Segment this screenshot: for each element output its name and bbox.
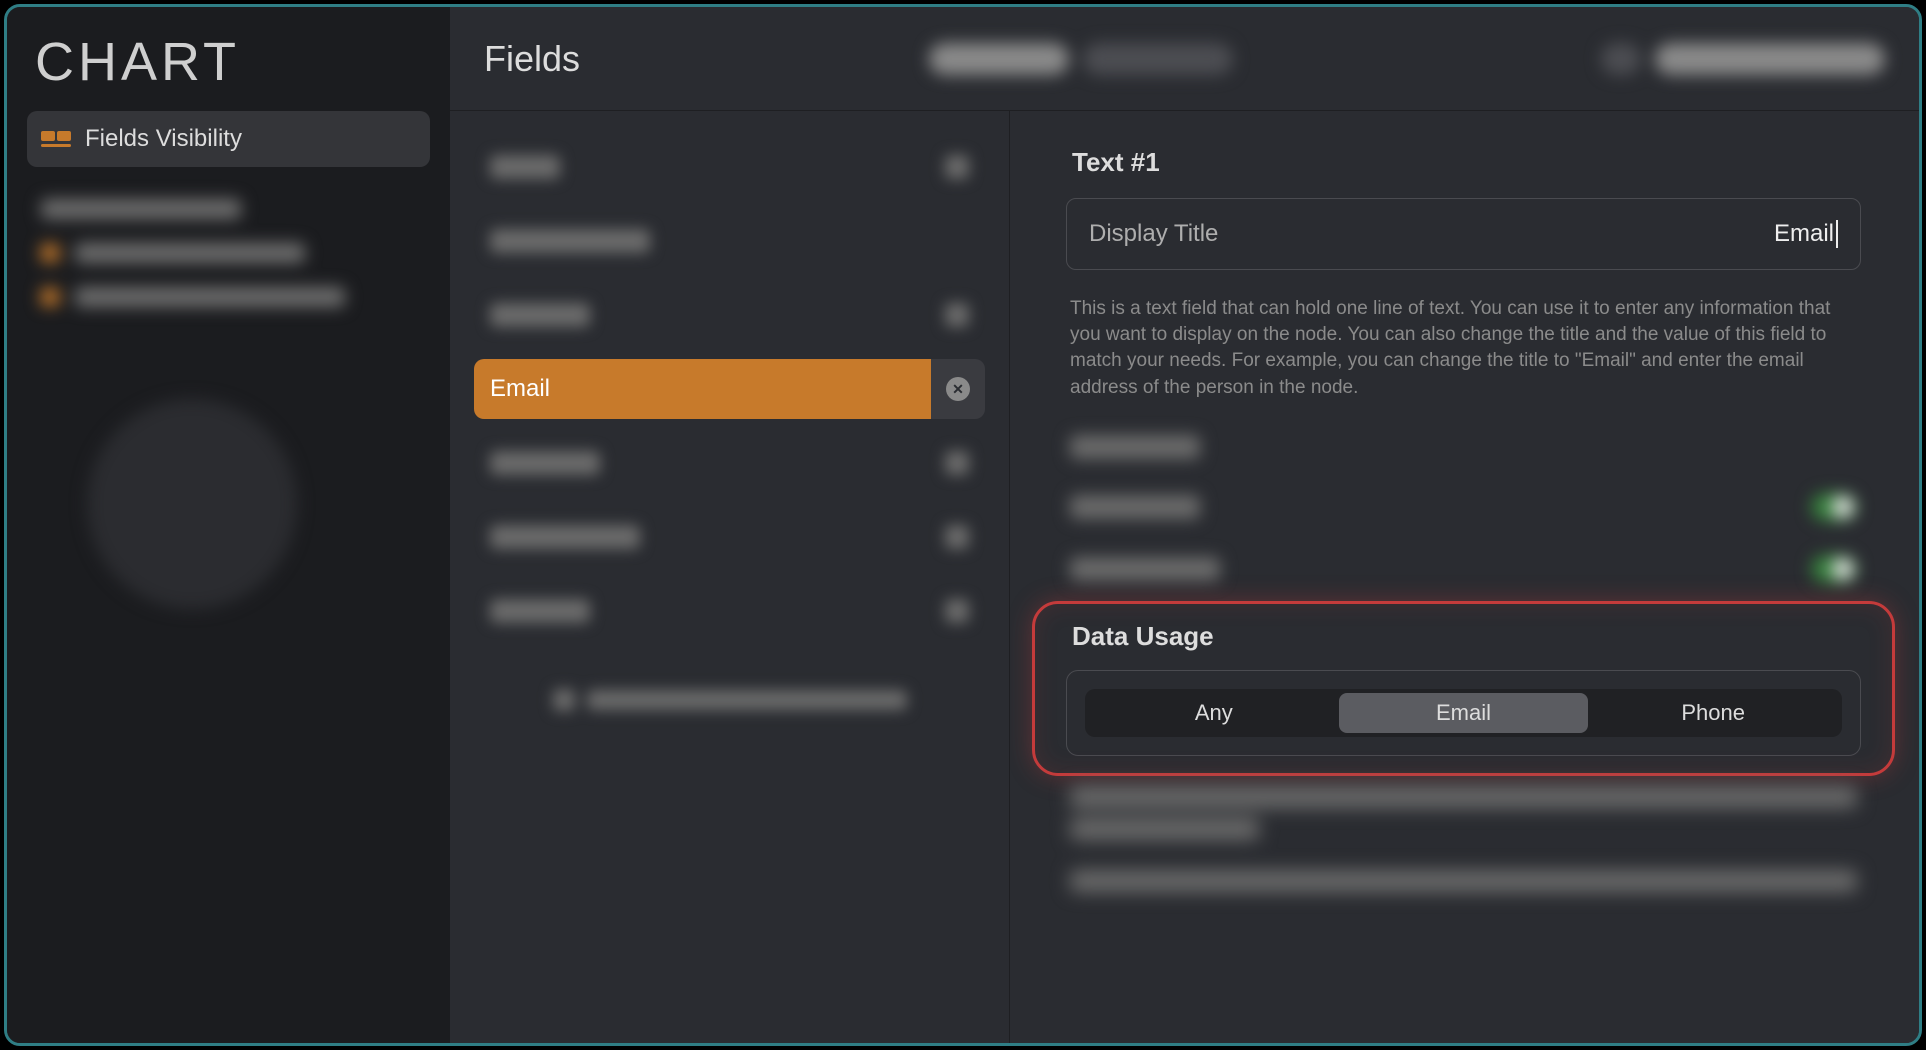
field-row-blurred <box>474 581 985 641</box>
field-row-remove-button[interactable]: ✕ <box>931 359 985 419</box>
content: Email ✕ <box>450 111 1919 1043</box>
sidebar-item-fields-visibility[interactable]: Fields Visibility <box>27 111 430 167</box>
segment-phone[interactable]: Phone <box>1588 693 1838 733</box>
display-title-input[interactable] <box>1638 220 1838 248</box>
segment-any[interactable]: Any <box>1089 693 1339 733</box>
field-row-blurred <box>474 211 985 271</box>
topbar-blurred-controls <box>929 43 1885 75</box>
page-title: Fields <box>484 38 580 80</box>
field-description: This is a text field that can hold one l… <box>1070 296 1855 401</box>
field-list: Email ✕ <box>450 111 1010 1043</box>
field-row-label: Email <box>490 375 550 403</box>
detail-panel: Text #1 Display Title This is a text fie… <box>1010 111 1919 1043</box>
app-title: CHART <box>27 27 430 111</box>
segmented-control[interactable]: Any Email Phone <box>1085 689 1842 737</box>
detail-blurred-settings <box>1066 435 1861 583</box>
detail-trailing-blurred <box>1066 786 1861 892</box>
sidebar-item-label: Fields Visibility <box>85 125 242 153</box>
display-title-field[interactable]: Display Title <box>1066 198 1861 270</box>
data-usage-control: Any Email Phone <box>1066 670 1861 756</box>
field-list-footer-blurred <box>474 689 985 711</box>
field-row-blurred <box>474 433 985 493</box>
topbar: Fields <box>450 7 1919 111</box>
field-row-email[interactable]: Email ✕ <box>474 359 985 419</box>
sidebar-blurred-group <box>27 187 430 609</box>
field-row-blurred <box>474 137 985 197</box>
app-window: CHART Fields Visibility <box>4 4 1922 1046</box>
segment-email[interactable]: Email <box>1339 693 1589 733</box>
display-title-label: Display Title <box>1089 220 1218 248</box>
field-row-blurred <box>474 285 985 345</box>
field-row-blurred <box>474 507 985 567</box>
sidebar: CHART Fields Visibility <box>7 7 450 1043</box>
fields-visibility-icon <box>41 129 71 149</box>
detail-title: Text #1 <box>1072 147 1861 178</box>
close-icon: ✕ <box>946 377 970 401</box>
data-usage-section: Data Usage Any Email Phone <box>1066 621 1861 756</box>
main-area: Fields <box>450 7 1919 1043</box>
data-usage-title: Data Usage <box>1072 621 1861 652</box>
